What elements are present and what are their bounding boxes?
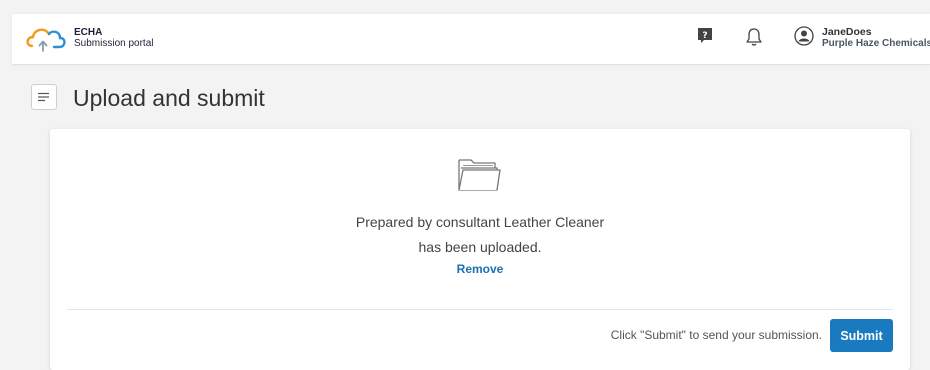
user-name: JaneDoes [822,26,872,38]
remove-link[interactable]: Remove [50,262,910,276]
folder-icon [455,154,503,194]
help-icon[interactable]: ? [697,27,713,45]
submit-hint: Click "Submit" to send your submission. [610,328,822,342]
upload-message-line1: Prepared by consultant Leather Cleaner [355,214,605,230]
menu-icon [38,92,49,102]
brand-subtitle: Submission portal [74,38,154,49]
upload-message-line2: has been uploaded. [418,239,542,255]
user-menu[interactable]: JaneDoes Purple Haze Chemicals [822,26,930,50]
svg-text:?: ? [702,31,707,41]
menu-toggle-button[interactable] [31,84,57,110]
brand-name[interactable]: ECHA Submission portal [74,27,153,49]
page-title: Upload and submit [73,85,265,111]
top-bar: ECHA Submission portal ? JaneDoes Purple… [12,14,930,65]
avatar-icon[interactable] [794,26,814,46]
divider [67,309,893,310]
submit-button[interactable]: Submit [830,319,893,352]
brand-title: ECHA [74,27,103,38]
organisation-name: Purple Haze Chemicals [822,38,930,49]
echa-logo-icon[interactable] [24,24,68,56]
upload-card: Prepared by consultant Leather Cleaner h… [50,129,910,370]
bell-icon[interactable] [745,27,763,47]
